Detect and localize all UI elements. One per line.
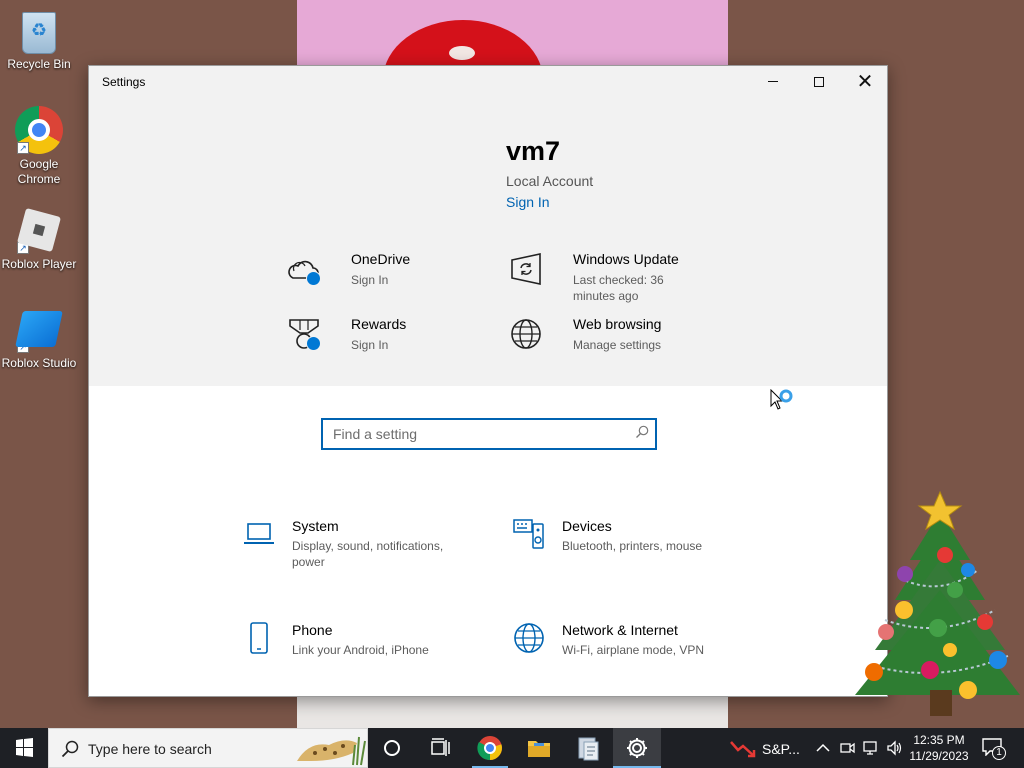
search-placeholder: Find a setting — [333, 426, 418, 442]
chevron-up-icon[interactable] — [814, 739, 832, 757]
settings-gear-icon — [627, 738, 647, 758]
category-subtitle: Link your Android, iPhone — [292, 643, 429, 657]
cortana-icon — [384, 740, 400, 756]
category-title: Devices — [562, 518, 612, 534]
task-view-button[interactable] — [416, 728, 464, 768]
cortana-button[interactable] — [368, 728, 416, 768]
close-button[interactable]: ✕ — [842, 66, 887, 98]
desktop-icon-label: Google Chrome — [17, 157, 61, 186]
quick-tile-subtitle: Sign In — [351, 273, 389, 287]
taskbar-app-settings[interactable] — [613, 728, 661, 768]
close-icon: ✕ — [856, 71, 874, 93]
category-network-internet[interactable]: Network & Internet Wi-Fi, airplane mode,… — [513, 622, 743, 662]
desktop-icon-label: Roblox Player — [1, 257, 77, 271]
recycle-bin-icon — [22, 12, 56, 54]
category-phone[interactable]: Phone Link your Android, iPhone — [243, 622, 473, 662]
quick-tile-onedrive[interactable]: OneDrive Sign In — [286, 251, 466, 291]
category-system[interactable]: System Display, sound, notifications, po… — [243, 518, 473, 569]
roblox-studio-icon: ↗ — [15, 305, 63, 353]
category-devices[interactable]: Devices Bluetooth, printers, mouse — [513, 518, 743, 558]
category-subtitle: Wi-Fi, airplane mode, VPN — [562, 643, 705, 657]
globe-icon — [514, 623, 544, 653]
chrome-icon: ↗ — [15, 106, 63, 154]
account-header-panel — [89, 66, 887, 386]
wallpaper-image-bottom — [297, 697, 728, 728]
search-input[interactable]: Find a setting — [321, 418, 657, 450]
account-status-badge — [306, 271, 321, 286]
laptop-icon — [244, 523, 274, 544]
minimize-icon — [768, 81, 778, 83]
notification-count-badge: 1 — [992, 746, 1006, 760]
settings-window: Settings ✕ vm7 Local Account Sign In One… — [88, 65, 888, 697]
quick-tile-title: Web browsing — [573, 316, 662, 332]
account-status-badge — [306, 336, 321, 351]
quick-tile-rewards[interactable]: Rewards Sign In — [286, 316, 466, 356]
chrome-icon — [477, 736, 502, 761]
volume-icon[interactable] — [886, 739, 904, 757]
category-title: Phone — [292, 622, 333, 638]
christmas-tree-decoration — [855, 490, 1020, 716]
taskbar: Type here to search S&P... 12:35 PM 11/2… — [0, 728, 1024, 768]
search-highlight-leopard-icon — [297, 736, 366, 766]
taskbar-app-file-explorer[interactable] — [515, 728, 563, 768]
windows-logo-icon — [16, 738, 33, 757]
quick-tile-subtitle: Last checked: 36 minutes ago — [573, 273, 664, 303]
globe-icon — [511, 319, 541, 349]
file-explorer-icon — [528, 741, 550, 757]
account-name: vm7 — [506, 136, 561, 166]
taskbar-app-generic[interactable] — [564, 728, 612, 768]
maximize-icon — [814, 76, 824, 87]
search-icon — [61, 740, 79, 758]
stock-chart-icon — [730, 741, 756, 758]
meet-now-icon[interactable] — [838, 739, 856, 757]
desktop-icon-label: Roblox Studio — [1, 356, 77, 370]
quick-tile-title: Rewards — [351, 316, 407, 332]
desktop-icon-label: Recycle Bin — [7, 57, 71, 71]
account-sign-in-link[interactable]: Sign In — [506, 194, 550, 210]
taskbar-clock[interactable]: 12:35 PM 11/29/2023 — [904, 732, 974, 764]
window-title: Settings — [102, 75, 146, 89]
wallpaper-image — [297, 0, 728, 66]
maximize-button[interactable] — [796, 66, 842, 98]
quick-tile-subtitle: Sign In — [351, 338, 389, 352]
account-type: Local Account — [506, 173, 594, 189]
clock-date: 11/29/2023 — [909, 749, 969, 763]
clock-time: 12:35 PM — [913, 733, 965, 747]
quick-tile-web-browsing[interactable]: Web browsing Manage settings — [508, 316, 708, 356]
busy-cursor-icon — [770, 389, 793, 410]
task-view-icon — [431, 738, 450, 756]
quick-tile-subtitle: Manage settings — [573, 338, 662, 352]
network-icon[interactable] — [862, 739, 880, 757]
category-title: Network & Internet — [562, 622, 678, 638]
taskbar-search-box[interactable]: Type here to search — [48, 728, 368, 768]
start-button[interactable] — [0, 728, 48, 768]
category-subtitle: Bluetooth, printers, mouse — [562, 539, 703, 553]
title-bar[interactable]: Settings ✕ — [89, 66, 887, 98]
quick-tile-title: OneDrive — [351, 251, 411, 267]
desktop-icon-recycle-bin[interactable]: Recycle Bin — [0, 8, 78, 72]
action-center-button[interactable]: 1 — [982, 738, 1006, 760]
category-subtitle: Display, sound, notifications, power — [292, 539, 444, 569]
roblox-player-icon: ↗ — [15, 206, 63, 254]
minimize-button[interactable] — [750, 66, 796, 98]
quick-tile-windows-update[interactable]: Windows Update Last checked: 36 minutes … — [508, 251, 708, 303]
taskbar-search-placeholder: Type here to search — [88, 741, 212, 757]
stock-widget-label[interactable]: S&P... — [762, 741, 800, 757]
desktop-icon-roblox-studio[interactable]: ↗ Roblox Studio — [0, 305, 78, 371]
phone-icon — [250, 622, 268, 654]
windows-update-icon — [511, 253, 541, 285]
category-title: System — [292, 518, 339, 534]
desktop-icon-google-chrome[interactable]: ↗ Google Chrome — [0, 106, 78, 187]
app-icon — [578, 737, 599, 761]
keyboard-speaker-icon — [513, 519, 544, 549]
taskbar-app-chrome[interactable] — [466, 728, 514, 768]
desktop-icon-roblox-player[interactable]: ↗ Roblox Player — [0, 206, 78, 272]
quick-tile-title: Windows Update — [573, 251, 679, 267]
search-icon — [636, 425, 649, 438]
